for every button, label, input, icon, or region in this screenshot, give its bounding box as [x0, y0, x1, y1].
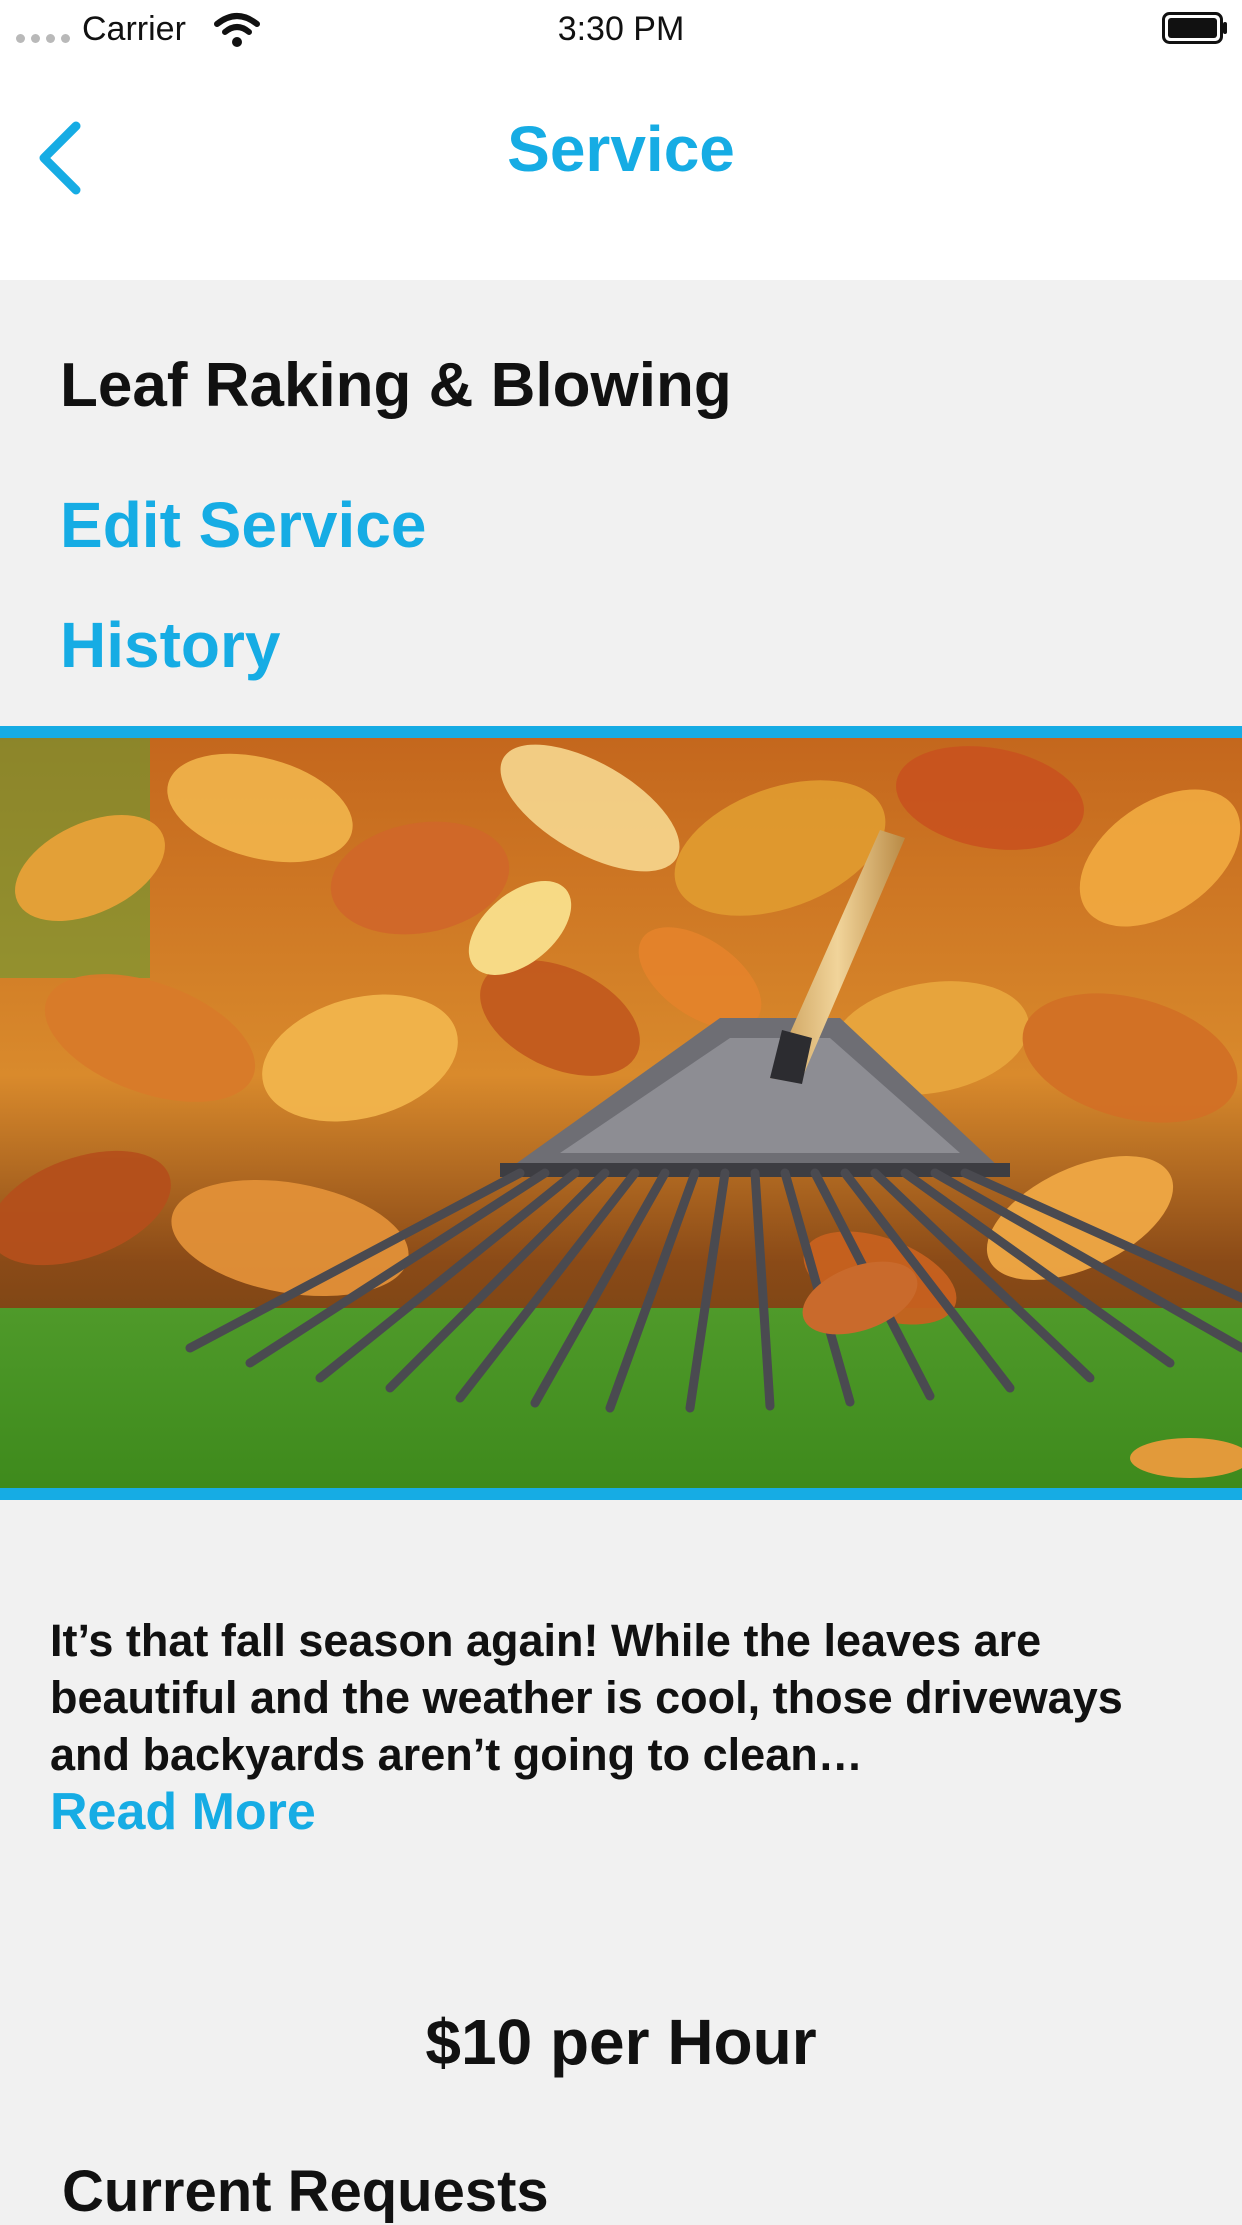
battery-icon: [1162, 12, 1227, 44]
leaves-and-rake-photo: [0, 738, 1242, 1488]
status-time: 3:30 PM: [557, 10, 685, 48]
page-title: Service: [507, 113, 735, 185]
service-name: Leaf Raking & Blowing: [60, 351, 732, 420]
navigation-bar: Service: [0, 60, 1242, 280]
edit-service-link[interactable]: Edit Service: [60, 488, 426, 562]
chevron-left-icon[interactable]: [30, 112, 90, 202]
read-more-link[interactable]: Read More: [50, 1782, 316, 1842]
status-bar: Carrier 3:30 PM: [0, 0, 1242, 60]
history-link[interactable]: History: [60, 608, 281, 682]
service-image: [0, 726, 1242, 1500]
service-description: It’s that fall season again! While the l…: [50, 1615, 1123, 1780]
service-price: $10 per Hour: [425, 2006, 817, 2078]
current-requests-heading: Current Requests: [62, 2159, 549, 2224]
